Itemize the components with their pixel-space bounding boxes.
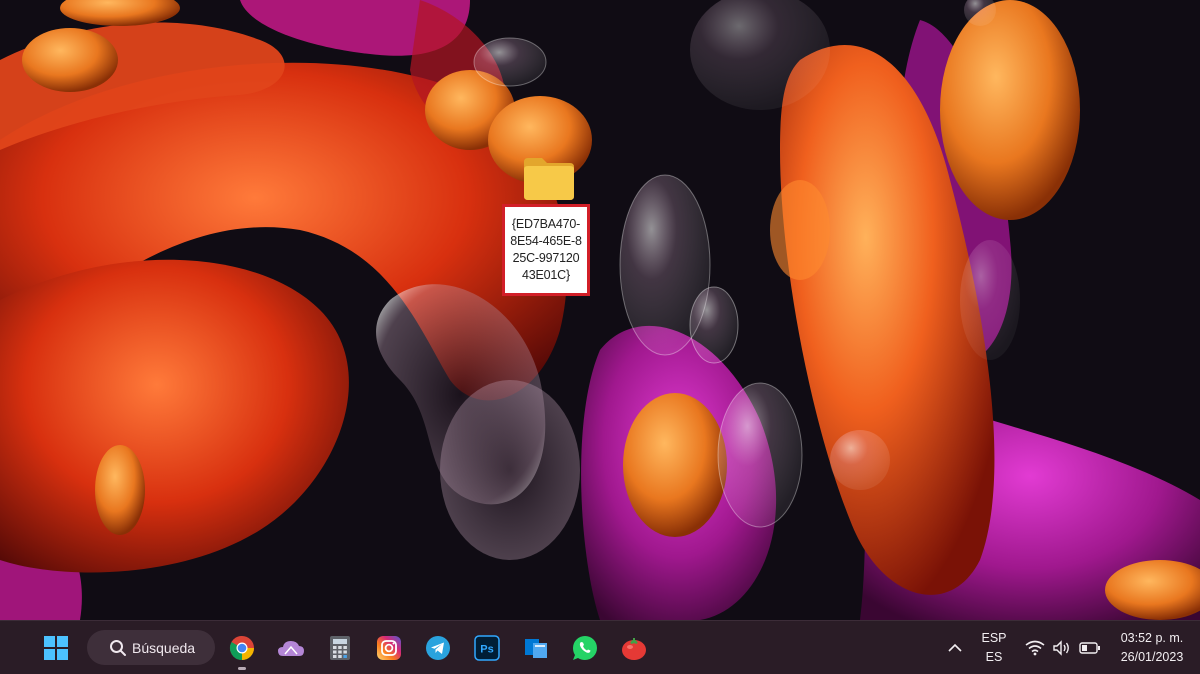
clock[interactable]: 03:52 p. m. 26/01/2023 xyxy=(1110,629,1194,667)
wifi-icon xyxy=(1025,640,1045,656)
taskbar-app-instagram[interactable] xyxy=(372,631,406,665)
chrome-icon xyxy=(229,636,254,661)
taskbar: Búsqueda Ps ESP ES 03:52 p. m. 26/01/202… xyxy=(0,620,1200,674)
search-box[interactable]: Búsqueda xyxy=(87,630,215,665)
clock-date: 26/01/2023 xyxy=(1120,650,1184,664)
taskbar-app-azure[interactable] xyxy=(519,631,553,665)
search-icon xyxy=(110,639,126,656)
telegram-icon xyxy=(426,636,450,660)
start-button[interactable] xyxy=(39,631,73,665)
taskbar-app-chrome[interactable] xyxy=(225,631,259,665)
taskbar-app-photoshop[interactable]: Ps xyxy=(470,631,504,665)
chrome-active-indicator xyxy=(238,667,246,670)
folder-name-label[interactable]: {ED7BA470-8E54-465E-825C-99712043E01C} xyxy=(510,216,582,284)
taskbar-app-whatsapp[interactable] xyxy=(568,631,602,665)
battery-icon xyxy=(1078,642,1100,654)
taskbar-app-calculator[interactable] xyxy=(323,631,357,665)
photoshop-text: Ps xyxy=(480,644,493,656)
photoshop-icon: Ps xyxy=(474,635,500,661)
folder-icon xyxy=(524,158,574,200)
folder-name-highlight: {ED7BA470-8E54-465E-825C-99712043E01C} xyxy=(502,204,590,296)
show-hidden-icons-button[interactable] xyxy=(940,631,970,665)
quick-settings-button[interactable] xyxy=(1022,631,1104,665)
desktop-folder-item[interactable]: {ED7BA470-8E54-465E-825C-99712043E01C} xyxy=(500,150,596,302)
taskbar-app-tomato[interactable] xyxy=(617,631,651,665)
language-top: ESP xyxy=(981,631,1007,645)
onedrive-icon xyxy=(278,641,304,656)
taskbar-app-telegram[interactable] xyxy=(421,631,455,665)
whatsapp-icon xyxy=(573,636,597,660)
calculator-icon xyxy=(330,636,350,660)
volume-icon xyxy=(1053,640,1069,656)
search-label: Búsqueda xyxy=(132,639,196,656)
wallpaper xyxy=(0,0,1200,620)
taskbar-app-onedrive[interactable] xyxy=(274,631,308,665)
azure-icon xyxy=(525,639,547,658)
desktop[interactable]: {ED7BA470-8E54-465E-825C-99712043E01C} xyxy=(0,0,1200,620)
tomato-icon xyxy=(622,638,646,660)
language-indicator[interactable]: ESP ES xyxy=(975,629,1013,667)
clock-time: 03:52 p. m. xyxy=(1120,631,1184,645)
chevron-up-icon xyxy=(948,643,962,652)
instagram-icon xyxy=(377,636,401,660)
language-bottom: ES xyxy=(985,650,1003,664)
windows-start-icon xyxy=(44,636,68,660)
